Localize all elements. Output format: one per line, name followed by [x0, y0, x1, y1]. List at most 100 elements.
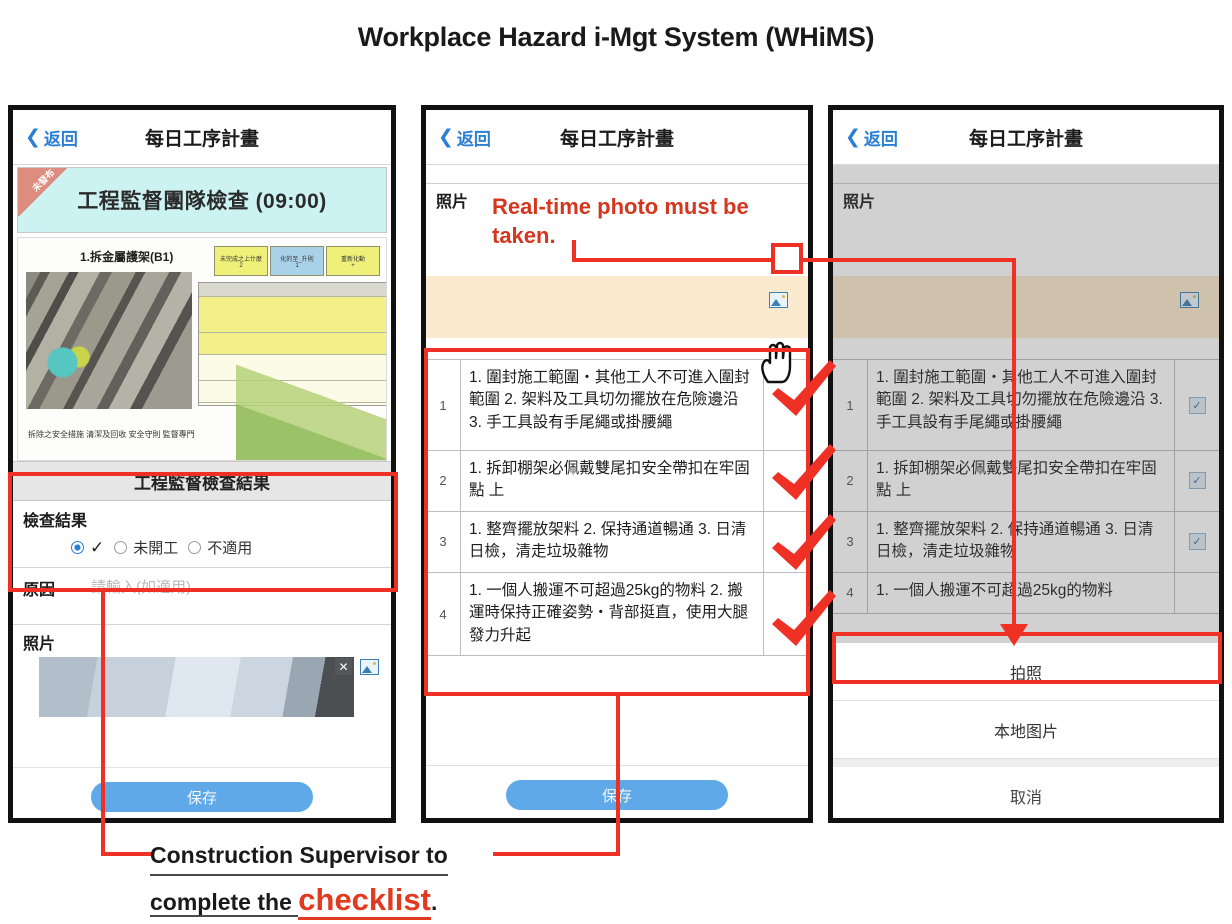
picture-icon-wrap-3 — [1174, 290, 1199, 308]
panel2-body: 照片 Real-time photo must be taken. 1 1. 圍… — [426, 165, 808, 823]
photo-thumbnail[interactable]: ✕ — [39, 657, 354, 717]
picture-icon[interactable] — [769, 292, 788, 308]
photo-section-3: 照片 — [833, 184, 1219, 359]
slide-decoration — [236, 350, 386, 460]
navigation-bar-3: ❮ 返回 每日工序計畫 — [833, 110, 1219, 165]
task-banner[interactable]: 未發布 工程監督團隊檢查 (09:00) — [17, 167, 387, 233]
row-checkbox-cell[interactable] — [1175, 573, 1219, 613]
scroll-edge-3 — [833, 165, 1219, 184]
picture-icon[interactable] — [360, 659, 379, 675]
slide-chip-value: 2 — [239, 263, 242, 269]
chevron-left-icon: ❮ — [438, 128, 454, 147]
site-aerial-photo — [26, 272, 192, 409]
close-icon[interactable]: ✕ — [335, 658, 352, 675]
inspection-result-radio-group: ✓ 未開工 不適用 — [13, 531, 391, 567]
checkbox-checked-icon[interactable]: ✓ — [1189, 472, 1206, 489]
radio-label: 未開工 — [133, 537, 178, 558]
row-text: 1. 拆卸棚架必佩戴雙尾扣安全帶扣在牢固點 上 — [461, 451, 764, 511]
slide-footer: 拆除之安全措施 清潔及回收 安全守則 監督專門 — [28, 429, 195, 440]
row-text: 1. 整齊擺放架料 2. 保持通道暢通 3. 日清日檢，清走垃圾雜物 — [868, 512, 1175, 572]
bottom-annotation: Construction Supervisor to complete the … — [150, 838, 620, 924]
table-row[interactable]: 1 1. 圍封施工範圍・其他工人不可進入圍封範圍 2. 架料及工具切勿擺放在危險… — [426, 360, 808, 451]
row-checkbox-cell[interactable]: ✓ — [1175, 451, 1219, 511]
row-checkbox-cell[interactable] — [764, 451, 808, 511]
row-number: 2 — [426, 451, 461, 511]
chevron-left-icon: ❮ — [25, 128, 41, 147]
row-checkbox-cell[interactable] — [764, 512, 808, 572]
row-text: 1. 圍封施工範圍・其他工人不可進入圍封範圍 2. 架料及工具切勿擺放在危險邊沿… — [461, 360, 764, 450]
save-bar-2: 保存 — [426, 765, 808, 823]
action-local-image[interactable]: 本地图片 — [833, 701, 1219, 759]
phone-screen-3: ❮ 返回 每日工序計畫 照片 1 1. 圍封施工範圍・其他工人不可進入圍封範圍 … — [828, 105, 1224, 823]
photo-label-1: 照片 — [13, 625, 391, 657]
phone-screen-1: ❮ 返回 每日工序計畫 未發布 工程監督團隊檢查 (09:00) 1.拆金屬護架… — [8, 105, 396, 823]
table-row[interactable]: 2 1. 拆卸棚架必佩戴雙尾扣安全帶扣在牢固點 上 ✓ — [833, 451, 1219, 512]
row-number: 1 — [833, 360, 868, 450]
back-button-3[interactable]: ❮ 返回 — [845, 125, 898, 150]
row-number: 4 — [426, 573, 461, 655]
photo-thumbnail-wrap: ✕ — [39, 657, 381, 719]
table-row[interactable]: 3 1. 整齊擺放架料 2. 保持通道暢通 3. 日清日檢，清走垃圾雜物 — [426, 512, 808, 573]
save-button-2[interactable]: 保存 — [506, 780, 728, 810]
table-row[interactable]: 3 1. 整齊擺放架料 2. 保持通道暢通 3. 日清日檢，清走垃圾雜物 ✓ — [833, 512, 1219, 573]
table-row[interactable]: 4 1. 一個人搬運不可超過25kg的物料 2. 搬運時保持正確姿勢・背部挺直，… — [426, 573, 808, 656]
realtime-photo-annotation: Real-time photo must be taken. — [492, 192, 792, 250]
inspection-result-header: 工程監督檢查結果 — [13, 461, 391, 501]
phone-screen-2: ❮ 返回 每日工序計畫 照片 Real-time photo must be t… — [421, 105, 813, 823]
row-text: 1. 拆卸棚架必佩戴雙尾扣安全帶扣在牢固點 上 — [868, 451, 1175, 511]
checklist-table-2: 1 1. 圍封施工範圍・其他工人不可進入圍封範圍 2. 架料及工具切勿擺放在危險… — [426, 359, 808, 656]
table-row[interactable]: 1 1. 圍封施工範圍・其他工人不可進入圍封範圍 2. 架料及工具切勿擺放在危險… — [833, 360, 1219, 451]
reason-row: 原因 請輸入(如適用) — [13, 567, 391, 624]
slide-title: 1.拆金屬護架(B1) — [80, 248, 173, 265]
sheet-divider — [833, 759, 1219, 767]
radio-dot-icon — [188, 541, 201, 554]
radio-dot-icon — [71, 541, 84, 554]
scroll-edge-2 — [426, 165, 808, 184]
slide-chip-label: 重新化動 — [341, 254, 365, 263]
photo-label-3: 照片 — [843, 188, 875, 212]
row-number: 4 — [833, 573, 868, 613]
bottom-annotation-line2: complete the checklist. — [150, 876, 620, 924]
row-checkbox-cell[interactable] — [764, 573, 808, 655]
back-button-2[interactable]: ❮ 返回 — [438, 125, 491, 150]
slide-chip-label: 未完成之上什麼 — [220, 254, 262, 263]
checklist-table-3: 1 1. 圍封施工範圍・其他工人不可進入圍封範圍 2. 架料及工具切勿擺放在危險… — [833, 359, 1219, 614]
action-cancel[interactable]: 取消 — [833, 767, 1219, 823]
row-checkbox-cell[interactable]: ✓ — [1175, 360, 1219, 450]
row-checkbox-cell[interactable]: ✓ — [1175, 512, 1219, 572]
checkbox-checked-icon[interactable]: ✓ — [1189, 397, 1206, 414]
radio-option-not-applicable[interactable]: 不適用 — [188, 537, 252, 558]
photo-section-2: 照片 Real-time photo must be taken. — [426, 184, 808, 359]
slide-chip: 重新化動 + — [326, 246, 380, 276]
row-text: 1. 整齊擺放架料 2. 保持通道暢通 3. 日清日檢，清走垃圾雜物 — [461, 512, 764, 572]
row-number: 3 — [833, 512, 868, 572]
row-text: 1. 圍封施工範圍・其他工人不可進入圍封範圍 2. 架料及工具切勿擺放在危險邊沿… — [868, 360, 1175, 450]
radio-option-not-started[interactable]: 未開工 — [114, 537, 178, 558]
chevron-left-icon: ❮ — [845, 128, 861, 147]
radio-option-pass[interactable]: ✓ — [71, 538, 104, 558]
photo-upload-band[interactable] — [426, 276, 808, 338]
save-bar-1: 保存 — [13, 767, 391, 823]
table-row[interactable]: 2 1. 拆卸棚架必佩戴雙尾扣安全帶扣在牢固點 上 — [426, 451, 808, 512]
slide-chip: 未完成之上什麼 2 — [214, 246, 268, 276]
action-take-photo[interactable]: 拍照 — [833, 643, 1219, 701]
picture-icon[interactable] — [1180, 292, 1199, 308]
method-statement-preview[interactable]: 1.拆金屬護架(B1) 未完成之上什麼 2 化的至_升則 1 重新化動 + — [17, 237, 387, 461]
radio-label: ✓ — [90, 538, 104, 558]
navigation-bar-2: ❮ 返回 每日工序計畫 — [426, 110, 808, 165]
reason-input[interactable]: 請輸入(如適用) — [91, 568, 391, 624]
row-text: 1. 一個人搬運不可超過25kg的物料 — [868, 573, 1175, 613]
checkbox-checked-icon[interactable]: ✓ — [1189, 533, 1206, 550]
panel3-body: 照片 1 1. 圍封施工範圍・其他工人不可進入圍封範圍 2. 架料及工具切勿擺放… — [833, 165, 1219, 823]
back-label: 返回 — [457, 125, 491, 150]
save-button-1[interactable]: 保存 — [91, 782, 313, 812]
row-number: 1 — [426, 360, 461, 450]
navigation-bar-1: ❮ 返回 每日工序計畫 — [13, 110, 391, 165]
photo-upload-band-3[interactable] — [833, 276, 1219, 338]
panel1-body: 未發布 工程監督團隊檢查 (09:00) 1.拆金屬護架(B1) 未完成之上什麼… — [13, 167, 391, 823]
bottom-annotation-line2-post: . — [431, 889, 437, 915]
back-button-1[interactable]: ❮ 返回 — [25, 125, 78, 150]
table-row[interactable]: 4 1. 一個人搬運不可超過25kg的物料 — [833, 573, 1219, 614]
bottom-annotation-keyword: checklist — [298, 882, 431, 920]
photo-label-2: 照片 — [436, 188, 468, 212]
